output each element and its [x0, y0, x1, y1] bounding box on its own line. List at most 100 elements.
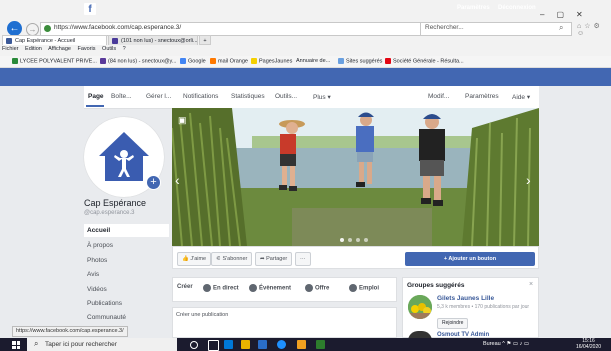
video-icon [203, 284, 211, 292]
group-avatar[interactable] [408, 295, 432, 319]
left-nav-about[interactable]: À propos [84, 239, 169, 252]
menu-item-help[interactable]: ? [123, 46, 126, 52]
file-explorer-icon[interactable] [241, 340, 250, 349]
left-nav-reviews[interactable]: Avis [84, 268, 169, 281]
menu-item-affichage[interactable]: Affichage [48, 46, 71, 52]
task-view-icon[interactable] [208, 340, 219, 351]
taskbar-search-placeholder: Taper ici pour rechercher [45, 341, 117, 348]
menu-item-favoris[interactable]: Favoris [77, 46, 95, 52]
menu-item-edition[interactable]: Edition [25, 46, 42, 52]
tab-help[interactable]: Aide ▾ [512, 93, 530, 101]
camera-icon[interactable]: ▣ [178, 115, 187, 126]
left-nav-community[interactable]: Communauté [84, 311, 169, 324]
cover-image [172, 108, 539, 246]
add-button-cta[interactable]: + Ajouter un bouton [405, 252, 535, 266]
favorite-item[interactable]: Annuaire de... [296, 58, 330, 64]
tab-more[interactable]: Plus ▾ [313, 93, 331, 101]
favorites-bar: LYCEE POLYVALENT PRIVE... (84 non lus) -… [0, 56, 611, 68]
close-icon[interactable]: × [529, 281, 533, 288]
offer-button[interactable]: Offre [305, 284, 329, 292]
address-url[interactable]: https://www.facebook.com/cap.esperance.3… [54, 24, 181, 31]
browser-search-box[interactable]: Rechercher... ⌕ [420, 22, 572, 36]
live-button[interactable]: En direct [203, 284, 239, 292]
search-icon: ⌕ [34, 339, 39, 348]
tab-inbox[interactable]: Boîte... [111, 93, 132, 100]
new-tab-button[interactable]: + [199, 35, 211, 45]
window-controls[interactable]: –▢✕ [540, 10, 595, 19]
tab-mail[interactable]: (101 non lus) - snectoux@orli... [108, 35, 198, 45]
share-button[interactable]: ➦ Partager [255, 252, 293, 266]
page-admin-tabs: Page Boîte... Gérer l... Notifications S… [84, 86, 539, 109]
tab-notifications[interactable]: Notifications [183, 93, 218, 100]
briefcase-icon [349, 284, 357, 292]
tab-settings[interactable]: Paramètres [465, 93, 499, 100]
tab-tools[interactable]: Outils... [275, 93, 297, 100]
chevron-right-icon[interactable]: › [526, 172, 531, 188]
favorite-item[interactable]: Google [180, 58, 206, 64]
mail-app-icon[interactable] [258, 340, 267, 349]
page-handle[interactable]: @cap.esperance.3 [84, 210, 134, 216]
tab-bar: Cap Espérance - Accueil (101 non lus) - … [0, 35, 611, 45]
back-arrow-icon[interactable]: ← [7, 21, 22, 36]
join-group-button[interactable]: Rejoindre [437, 318, 469, 329]
create-post-box[interactable]: Créer une publication [172, 307, 397, 338]
pagesjaunes-icon [251, 58, 257, 64]
search-icon[interactable]: ⌕ [559, 23, 563, 33]
favorite-item[interactable]: mail Orange [210, 58, 248, 64]
internet-explorer-icon[interactable] [277, 340, 286, 349]
tag-icon [305, 284, 313, 292]
left-nav-posts[interactable]: Publications [84, 297, 169, 310]
cover-photo[interactable] [172, 108, 539, 246]
cortana-icon[interactable] [190, 341, 198, 349]
group-photo-icon [408, 295, 432, 319]
menu-item-fichier[interactable]: Fichier [2, 46, 19, 52]
favorite-item[interactable]: LYCEE POLYVALENT PRIVE... [12, 58, 97, 64]
clock-date: 16/04/2020 [576, 344, 602, 350]
favorite-icon [12, 58, 18, 64]
group-meta: 5,3 k membres • 170 publications par jou… [437, 304, 530, 310]
tab-cap-esperance[interactable]: Cap Espérance - Accueil [2, 35, 107, 45]
create-label: Créer [177, 284, 193, 290]
more-button[interactable]: ··· [295, 252, 311, 266]
menu-bar: Fichier Edition Affichage Favoris Outils… [2, 46, 131, 55]
tray-bureau[interactable]: Bureau ^ ⚑ ▭ ♪ ▭ [483, 341, 529, 347]
group-name[interactable]: Gilets Jaunes Lille [437, 295, 494, 302]
societe-generale-icon [385, 58, 391, 64]
suggested-groups-card: Groupes suggérés × Gilets Jaunes Lille 5… [402, 277, 539, 341]
add-photo-icon[interactable]: + [146, 175, 161, 190]
address-bar[interactable]: https://www.facebook.com/cap.esperance.3… [40, 22, 472, 36]
favorite-item[interactable]: Société Générale - Résulta... [385, 58, 464, 64]
header-settings-link[interactable]: Paramètres [457, 5, 490, 11]
active-tab-indicator [86, 105, 104, 107]
page-name[interactable]: Cap Espérance [84, 198, 146, 208]
tab-manage[interactable]: Gérer l... [146, 93, 171, 100]
header-logout-link[interactable]: Déconnexion [498, 5, 536, 11]
like-button[interactable]: 👍 J'aime [177, 252, 212, 266]
facebook-logo-icon[interactable]: f [84, 3, 96, 15]
follow-button[interactable]: ⚟ S'abonner [211, 252, 253, 266]
tab-edit[interactable]: Modif... [428, 93, 449, 100]
app-icon[interactable] [297, 340, 306, 349]
tab-statistics[interactable]: Statistiques [231, 93, 265, 100]
tab-label: (101 non lus) - snectoux@orli... [121, 38, 198, 44]
job-button[interactable]: Emploi [349, 284, 379, 292]
status-bar-url: https://www.facebook.com/cap.esperance.3… [12, 326, 128, 337]
favorite-item[interactable]: Sites suggérés [338, 58, 382, 64]
tab-page[interactable]: Page [88, 93, 104, 100]
event-button[interactable]: Évènement [249, 284, 291, 292]
store-icon[interactable] [224, 340, 233, 349]
taskbar-clock[interactable]: 15:16 16/04/2020 [576, 338, 601, 350]
favorite-item[interactable]: PagesJaunes [251, 58, 292, 64]
left-nav-home[interactable]: Accueil [84, 224, 169, 237]
chevron-left-icon[interactable]: ‹ [175, 172, 180, 188]
left-nav-videos[interactable]: Vidéos [84, 283, 169, 296]
menu-item-outils[interactable]: Outils [102, 46, 116, 52]
excel-icon[interactable] [316, 340, 325, 349]
facebook-header [0, 68, 611, 86]
favorite-item[interactable]: (84 non lus) - snectoux@y... [100, 58, 176, 64]
taskbar-search[interactable]: ⌕ Taper ici pour rechercher [27, 338, 177, 351]
left-nav-photos[interactable]: Photos [84, 254, 169, 267]
tab-label: Cap Espérance - Accueil [15, 38, 76, 44]
windows-start-icon[interactable] [12, 341, 20, 349]
page-action-bar: 👍 J'aime ⚟ S'abonner ➦ Partager ··· + Aj… [172, 246, 539, 269]
